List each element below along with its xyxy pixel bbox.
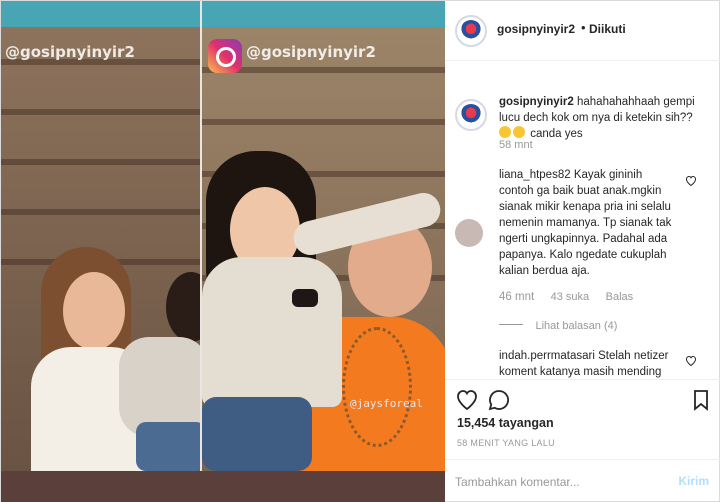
small-heart-icon[interactable] bbox=[685, 175, 697, 187]
comments-section[interactable]: gosipnyinyir2 hahahahahhaah gempi lucu d… bbox=[445, 61, 720, 379]
comment-2-username[interactable]: indah.perrmatasari bbox=[499, 350, 595, 362]
rofl-emoji-icon bbox=[499, 126, 511, 138]
comment-1-text: Kayak gininih contoh ga baik buat anak.m… bbox=[499, 169, 672, 277]
necklace bbox=[342, 327, 412, 447]
caption: gosipnyinyir2 hahahahahhaah gempi lucu d… bbox=[499, 94, 705, 142]
video-seam bbox=[200, 1, 202, 502]
view-replies-line bbox=[499, 324, 523, 326]
comment-2: indah.perrmatasari Stelah netizer koment… bbox=[499, 348, 677, 379]
girl-body bbox=[202, 257, 342, 407]
watermark-left: @gosipnyinyir2 bbox=[5, 43, 135, 61]
post-comment-button[interactable]: Kirim bbox=[678, 474, 709, 488]
video-bottom-strip bbox=[1, 471, 445, 502]
comment-1-username[interactable]: liana_htpes82 bbox=[499, 169, 571, 181]
woman-face bbox=[63, 272, 125, 350]
follow-status[interactable]: Diikuti bbox=[589, 22, 626, 36]
video-panel-left: @gosipnyinyir2 bbox=[1, 27, 200, 471]
caption-avatar[interactable] bbox=[455, 99, 487, 131]
comment-1-meta: 46 mnt 43 suka Balas bbox=[499, 287, 633, 305]
header-avatar[interactable] bbox=[455, 15, 487, 47]
comment-1-reply[interactable]: Balas bbox=[606, 291, 634, 303]
video-top-strip bbox=[1, 1, 445, 27]
comment-1-time[interactable]: 46 mnt bbox=[499, 291, 534, 303]
child-head bbox=[166, 272, 200, 342]
view-replies[interactable]: Lihat balasan (4) bbox=[499, 316, 617, 334]
instagram-logo bbox=[208, 39, 242, 73]
header-username[interactable]: gosipnyinyir2 bbox=[497, 22, 575, 36]
post-video[interactable]: @gosipnyinyir2 @gosipnyinyir2 @jaysforea… bbox=[1, 1, 445, 502]
bookmark-icon[interactable] bbox=[689, 388, 713, 412]
small-heart-icon[interactable] bbox=[685, 355, 697, 367]
caption-time[interactable]: 58 mnt bbox=[499, 139, 533, 151]
comment-input[interactable] bbox=[455, 472, 665, 492]
child-legs bbox=[136, 422, 200, 471]
comment-avatar[interactable] bbox=[455, 219, 483, 247]
instagram-post: @gosipnyinyir2 @gosipnyinyir2 @jaysforea… bbox=[0, 0, 720, 502]
post-actions: 15,454 tayangan 58 MENIT YANG LALU bbox=[445, 379, 720, 459]
heart-icon[interactable] bbox=[455, 388, 479, 412]
view-count[interactable]: 15,454 tayangan bbox=[457, 416, 554, 430]
watermark-right: @gosipnyinyir2 bbox=[246, 43, 376, 61]
girl-bow bbox=[292, 289, 318, 307]
comment-1: liana_htpes82 Kayak gininih contoh ga ba… bbox=[499, 167, 677, 279]
view-replies-label: Lihat balasan (4) bbox=[535, 320, 618, 332]
comment-icon[interactable] bbox=[487, 388, 511, 412]
post-time[interactable]: 58 MENIT YANG LALU bbox=[457, 438, 555, 448]
video-panel-right: @gosipnyinyir2 @jaysforeal bbox=[202, 27, 445, 471]
caption-username[interactable]: gosipnyinyir2 bbox=[499, 96, 574, 108]
post-sidebar: gosipnyinyir2 • Diikuti gosipnyinyir2 ha… bbox=[445, 1, 720, 502]
comment-1-likes[interactable]: 43 suka bbox=[551, 291, 590, 303]
rofl-emoji-icon bbox=[513, 126, 525, 138]
watermark-small: @jaysforeal bbox=[350, 397, 423, 410]
header-dot: • bbox=[581, 20, 586, 35]
post-header: gosipnyinyir2 • Diikuti bbox=[445, 1, 720, 61]
add-comment-section: Kirim bbox=[445, 459, 720, 502]
girl-legs bbox=[202, 397, 312, 471]
caption-text-end: canda yes bbox=[530, 128, 583, 140]
